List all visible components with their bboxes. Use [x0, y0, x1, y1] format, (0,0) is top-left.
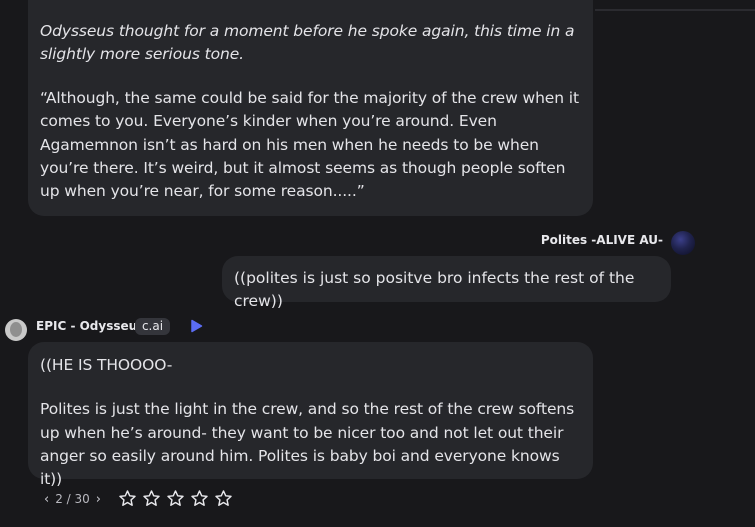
star-icon[interactable] [166, 489, 185, 508]
top-divider [595, 9, 755, 11]
swipe-counter: 2 / 30 [55, 492, 90, 506]
star-rating [118, 489, 233, 508]
bot-message-line2: Polites is just the light in the crew, a… [40, 400, 575, 489]
swipe-pagination: ‹ 2 / 30 › [44, 490, 101, 508]
message-bubble-odysseus-2: ((HE IS THOOOO- Polites is just the ligh… [28, 342, 593, 488]
message-italic-text: Odysseus thought for a moment before he … [40, 22, 575, 63]
chevron-left-icon[interactable]: ‹ [44, 492, 49, 507]
bot-avatar[interactable] [5, 319, 27, 341]
bot-message-line1: ((HE IS THOOOO- [40, 356, 173, 374]
star-icon[interactable] [190, 489, 209, 508]
star-icon[interactable] [142, 489, 161, 508]
user-avatar[interactable] [671, 231, 695, 255]
message-bubble-user: ((polites is just so positve bro infects… [222, 256, 671, 310]
play-voice-icon[interactable] [189, 319, 203, 333]
message-body-text: “Although, the same could be said for th… [40, 89, 579, 201]
user-message-text: ((polites is just so positve bro infects… [234, 269, 635, 310]
chevron-right-icon[interactable]: › [96, 492, 101, 507]
star-icon[interactable] [214, 489, 233, 508]
cai-badge: c.ai [135, 318, 170, 335]
bot-name[interactable]: EPIC - Odysseus [36, 319, 144, 333]
message-bubble-odysseus-1: Odysseus thought for a moment before he … [28, 0, 593, 216]
user-name[interactable]: Polites -ALIVE AU- [541, 233, 663, 247]
star-icon[interactable] [118, 489, 137, 508]
